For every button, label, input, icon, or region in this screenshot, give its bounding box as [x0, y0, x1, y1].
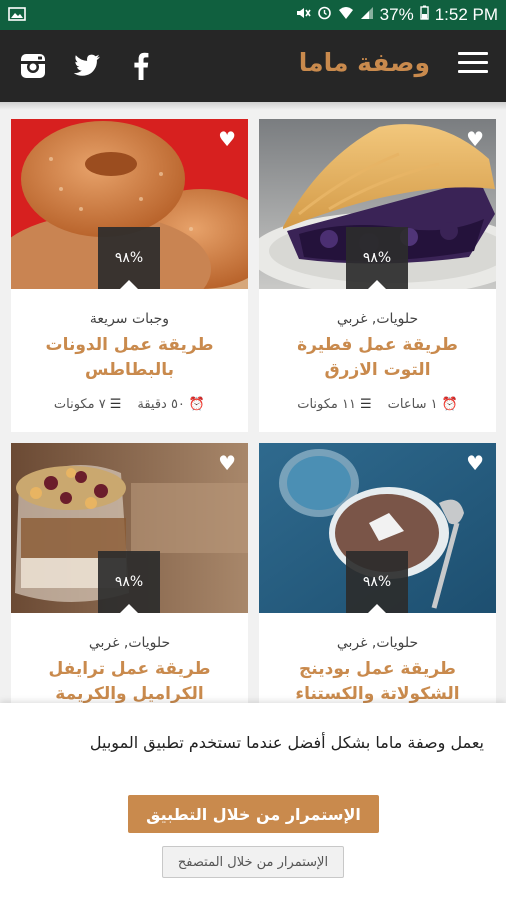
image-icon	[8, 6, 26, 25]
app-bar-shadow	[0, 102, 506, 110]
rating-badge: ٩٨%	[346, 227, 408, 289]
instagram-icon[interactable]	[19, 52, 47, 80]
recipe-meta: ⏰ ١ ساعات ☰ ١١ مكونات	[259, 397, 496, 412]
cook-time: ⏰ ١ ساعات	[387, 397, 458, 412]
social-links	[0, 52, 155, 80]
rating-badge: ٩٨%	[346, 551, 408, 613]
cook-time: ⏰ ٥٠ دقيقة	[137, 397, 206, 412]
rating-badge: ٩٨%	[98, 227, 160, 289]
app-install-prompt: يعمل وصفة ماما بشكل أفضل عندما تستخدم تط…	[0, 703, 506, 900]
wifi-icon	[338, 5, 354, 25]
recipe-image[interactable]: ♥ ٩٨%	[259, 119, 496, 289]
hamburger-menu-icon[interactable]	[458, 52, 488, 76]
recipe-card[interactable]: ♥ ٩٨% حلويات, غربي طريقة عمل فطيرة التوت…	[259, 119, 496, 432]
recipe-card[interactable]: ♥ ٩٨% حلويات, غربي طريقة عمل بودينج الشك…	[259, 443, 496, 703]
mute-icon	[295, 5, 311, 25]
recipe-card[interactable]: ♥ ٩٨% حلويات, غربي طريقة عمل ترايفل الكر…	[11, 443, 248, 703]
recipe-title[interactable]: طريقة عمل بودينج الشكولاتة والكستناء	[259, 657, 496, 703]
app-brand[interactable]: وصفة ماما	[299, 48, 430, 77]
favorite-heart-icon[interactable]: ♥	[218, 129, 236, 149]
recipe-category: حلويات, غربي	[336, 635, 419, 651]
signal-icon	[360, 5, 374, 25]
recipe-category: حلويات, غربي	[88, 635, 171, 651]
clock: 1:52 PM	[434, 5, 498, 24]
recipe-title[interactable]: طريقة عمل ترايفل الكراميل والكريمة	[11, 657, 248, 703]
status-bar: 37% 1:52 PM	[0, 0, 506, 30]
twitter-icon[interactable]	[73, 52, 101, 80]
recipe-image[interactable]: ♥ ٩٨%	[11, 443, 248, 613]
favorite-heart-icon[interactable]: ♥	[466, 453, 484, 473]
battery-icon	[419, 5, 429, 25]
app-bar: وصفة ماما	[0, 30, 506, 102]
favorite-heart-icon[interactable]: ♥	[466, 129, 484, 149]
prompt-message: يعمل وصفة ماما بشكل أفضل عندما تستخدم تط…	[89, 733, 484, 752]
ingredients-count: ☰ ٧ مكونات	[53, 397, 122, 412]
recipe-category: حلويات, غربي	[336, 311, 419, 327]
alarm-icon	[317, 5, 332, 25]
rating-badge: ٩٨%	[98, 551, 160, 613]
recipe-card[interactable]: ♥ ٩٨% وجبات سريعة طريقة عمل الدونات بالب…	[11, 119, 248, 432]
recipe-image[interactable]: ♥ ٩٨%	[11, 119, 248, 289]
recipe-meta: ⏰ ٥٠ دقيقة ☰ ٧ مكونات	[11, 397, 248, 412]
clock-icon: ⏰	[441, 397, 458, 412]
ingredients-count: ☰ ١١ مكونات	[297, 397, 372, 412]
continue-in-browser-button[interactable]: الإستمرار من خلال المتصفح	[162, 846, 344, 878]
favorite-heart-icon[interactable]: ♥	[218, 453, 236, 473]
recipe-category: وجبات سريعة	[89, 311, 170, 327]
facebook-icon[interactable]	[127, 52, 155, 80]
continue-in-app-button[interactable]: الإستمرار من خلال التطبيق	[128, 795, 379, 833]
recipe-image[interactable]: ♥ ٩٨%	[259, 443, 496, 613]
battery-level: 37%	[379, 5, 414, 24]
recipe-title[interactable]: طريقة عمل فطيرة التوت الازرق	[259, 333, 496, 383]
clock-icon: ⏰	[188, 397, 206, 412]
list-icon: ☰	[360, 397, 372, 412]
recipe-title[interactable]: طريقة عمل الدونات بالبطاطس	[11, 333, 248, 383]
list-icon: ☰	[109, 397, 122, 412]
